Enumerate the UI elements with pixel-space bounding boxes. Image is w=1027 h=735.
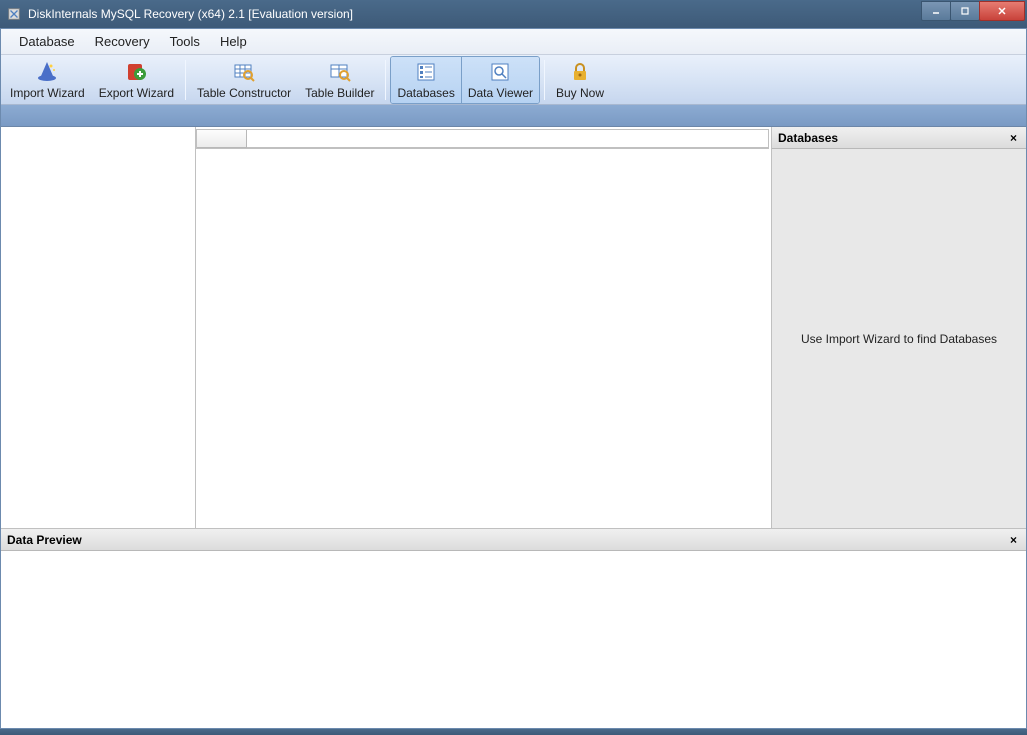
- menu-database[interactable]: Database: [9, 30, 85, 53]
- panel-hint: Use Import Wizard to find Databases: [801, 332, 997, 346]
- panel-title: Databases: [778, 131, 838, 145]
- view-toggle-group: Databases Data Viewer: [390, 56, 540, 104]
- menubar: Database Recovery Tools Help: [1, 29, 1026, 55]
- viewer-icon: [488, 60, 512, 84]
- table-search-icon: [232, 60, 256, 84]
- table-constructor-button[interactable]: Table Constructor: [190, 57, 298, 103]
- panel-close-button[interactable]: ×: [1007, 131, 1020, 145]
- toolbar-label: Table Constructor: [197, 86, 291, 100]
- close-button[interactable]: [979, 1, 1025, 21]
- grid-header: [197, 130, 768, 148]
- table-build-icon: [328, 60, 352, 84]
- data-preview-panel: Data Preview ×: [1, 528, 1026, 728]
- import-wizard-button[interactable]: Import Wizard: [3, 57, 92, 103]
- window-bottom-border: [0, 729, 1027, 735]
- app-window: DiskInternals MySQL Recovery (x64) 2.1 […: [0, 0, 1027, 735]
- databases-panel-header: Databases ×: [772, 127, 1026, 149]
- grid-header-cell[interactable]: [197, 130, 247, 148]
- buy-now-button[interactable]: Buy Now: [549, 57, 611, 103]
- menu-help[interactable]: Help: [210, 30, 257, 53]
- preview-panel-header: Data Preview ×: [1, 529, 1026, 551]
- export-wizard-button[interactable]: Export Wizard: [92, 57, 181, 103]
- maximize-button[interactable]: [950, 1, 980, 21]
- app-icon: [6, 6, 22, 22]
- client-area: Database Recovery Tools Help Import Wiza…: [0, 28, 1027, 729]
- titlebar: DiskInternals MySQL Recovery (x64) 2.1 […: [0, 0, 1027, 28]
- preview-panel-body[interactable]: [1, 551, 1026, 728]
- tree-pane[interactable]: [1, 127, 196, 528]
- toolbar-separator: [544, 60, 545, 100]
- panel-title: Data Preview: [7, 533, 82, 547]
- main-area: ◄ ► Databases × Use Import Wizard to fin…: [1, 127, 1026, 728]
- export-icon: [124, 60, 148, 84]
- table-builder-button[interactable]: Table Builder: [298, 57, 381, 103]
- minimize-button[interactable]: [921, 1, 951, 21]
- lock-icon: [568, 60, 592, 84]
- sub-toolbar-strip: [1, 105, 1026, 127]
- toolbar-separator: [185, 60, 186, 100]
- toolbar-label: Data Viewer: [468, 86, 533, 100]
- databases-panel-body: Use Import Wizard to find Databases: [772, 149, 1026, 528]
- toolbar-label: Buy Now: [556, 86, 604, 100]
- grid-pane: ◄ ►: [196, 129, 769, 149]
- menu-recovery[interactable]: Recovery: [85, 30, 160, 53]
- toolbar-label: Import Wizard: [10, 86, 85, 100]
- databases-panel: Databases × Use Import Wizard to find Da…: [771, 127, 1026, 528]
- list-icon: [414, 60, 438, 84]
- upper-panes: ◄ ► Databases × Use Import Wizard to fin…: [1, 127, 1026, 528]
- data-viewer-button[interactable]: Data Viewer: [462, 57, 539, 103]
- toolbar-label: Table Builder: [305, 86, 374, 100]
- menu-tools[interactable]: Tools: [160, 30, 210, 53]
- window-controls: [922, 1, 1025, 21]
- toolbar: Import Wizard Export Wizard Table Constr…: [1, 55, 1026, 105]
- databases-button[interactable]: Databases: [391, 57, 461, 103]
- window-title: DiskInternals MySQL Recovery (x64) 2.1 […: [28, 7, 922, 21]
- center-wrap: ◄ ►: [196, 127, 771, 528]
- wizard-hat-icon: [35, 60, 59, 84]
- toolbar-label: Databases: [397, 86, 454, 100]
- toolbar-label: Export Wizard: [99, 86, 174, 100]
- toolbar-separator: [385, 60, 386, 100]
- panel-close-button[interactable]: ×: [1007, 533, 1020, 547]
